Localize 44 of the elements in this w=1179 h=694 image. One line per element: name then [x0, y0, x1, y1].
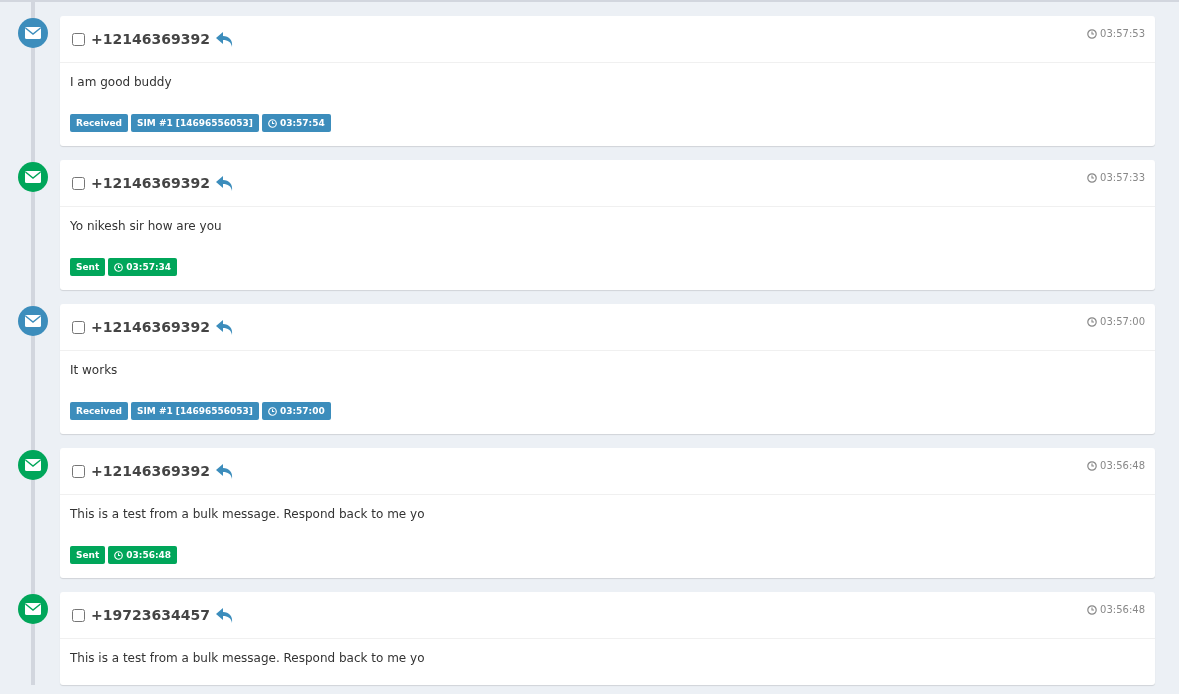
select-checkbox[interactable] — [72, 464, 85, 478]
reply-icon[interactable] — [215, 319, 234, 335]
phone-number: +12146369392 — [91, 463, 210, 479]
badge-time: 03:57:34 — [126, 262, 172, 272]
clock-icon — [114, 262, 124, 272]
message-text: Yo nikesh sir how are you — [70, 219, 223, 235]
reply-icon[interactable] — [215, 607, 234, 623]
clock-icon — [1087, 316, 1098, 327]
message-time: 03:56:48 — [1087, 460, 1145, 471]
message-time: 03:57:53 — [1087, 28, 1145, 39]
select-checkbox[interactable] — [72, 32, 85, 46]
message-text: This is a test from a bulk message. Respond back to me yo — [70, 651, 426, 667]
select-checkbox[interactable] — [72, 320, 85, 334]
sim-label: SIM #1 [14696556053] — [131, 114, 259, 132]
message-time: 03:57:33 — [1087, 172, 1145, 183]
clock-icon — [267, 118, 277, 128]
clock-icon — [1087, 172, 1098, 183]
message-time: 03:57:00 — [1087, 316, 1145, 327]
clock-icon — [114, 550, 124, 560]
message-text: This is a test from a bulk message. Respond back to me yo — [70, 507, 426, 523]
status-label: Received — [70, 402, 128, 420]
reply-icon[interactable] — [215, 175, 234, 191]
select-checkbox[interactable] — [72, 608, 85, 622]
phone-number: +12146369392 — [91, 319, 210, 335]
clock-icon — [1087, 460, 1098, 471]
status-label: Sent — [70, 546, 106, 564]
badge-time: 03:57:54 — [279, 118, 325, 128]
select-checkbox[interactable] — [72, 176, 85, 190]
phone-number: +19723634457 — [91, 607, 210, 623]
phone-number: +12146369392 — [91, 31, 210, 47]
phone-number: +12146369392 — [91, 175, 210, 191]
reply-icon[interactable] — [215, 31, 234, 47]
badge-time: 03:57:00 — [279, 406, 325, 416]
clock-icon — [1087, 604, 1098, 615]
status-label: Received — [70, 114, 128, 132]
reply-icon[interactable] — [215, 463, 234, 479]
clock-icon — [1087, 28, 1098, 39]
message-text: It works — [70, 363, 119, 379]
message-text: I am good buddy — [70, 75, 173, 91]
sim-label: SIM #1 [14696556053] — [131, 402, 259, 420]
clock-icon — [267, 406, 277, 416]
message-time: 03:56:48 — [1087, 604, 1145, 615]
badge-time: 03:56:48 — [126, 550, 172, 560]
status-label: Sent — [70, 258, 106, 276]
